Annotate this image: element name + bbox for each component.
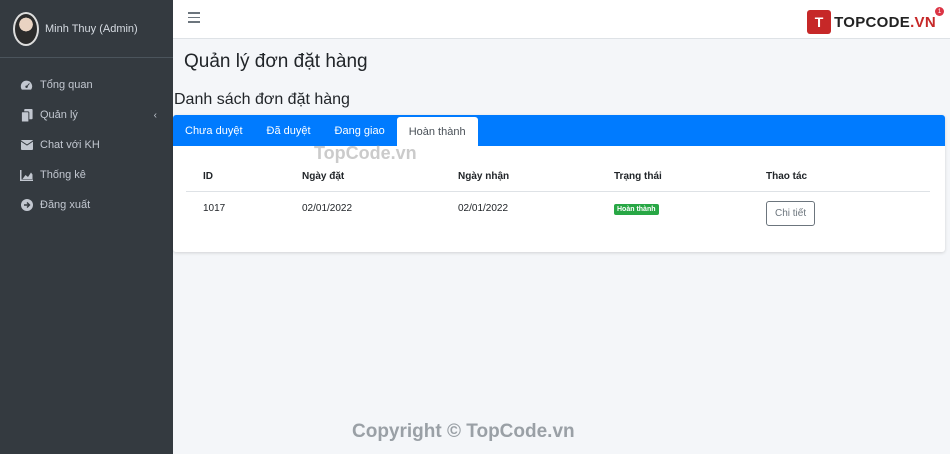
tab-completed[interactable]: Hoàn thành — [396, 117, 478, 146]
cell-actions: Chi tiết — [749, 192, 930, 238]
status-tabs: Chưa duyệt Đã duyệt Đang giao Hoàn thành — [173, 115, 945, 146]
column-header-id: ID — [186, 165, 285, 192]
sidebar-item-label: Tổng quan — [40, 79, 93, 91]
detail-button[interactable]: Chi tiết — [766, 201, 816, 226]
notification-badge: 1 — [935, 7, 944, 16]
user-panel[interactable]: Minh Thuy (Admin) — [0, 0, 173, 58]
brand-tld: .VN — [910, 13, 936, 31]
brand-logo: T TOPCODE.VN 1 — [807, 7, 944, 34]
column-header-order-date: Ngày đặt — [285, 165, 441, 192]
top-navbar: T TOPCODE.VN 1 — [173, 0, 950, 39]
copy-icon — [20, 108, 33, 122]
sidebar-item-label: Chat với KH — [40, 139, 100, 151]
avatar — [13, 11, 39, 46]
chart-area-icon — [20, 169, 33, 182]
table-header-row: ID Ngày đặt Ngày nhận Trạng thái Thao tá… — [186, 165, 930, 192]
envelope-icon — [20, 139, 33, 152]
orders-card: Chưa duyệt Đã duyệt Đang giao Hoàn thành… — [173, 115, 945, 252]
table-row: 1017 02/01/2022 02/01/2022 Hoàn thành Ch… — [186, 192, 930, 238]
sidebar-item-overview[interactable]: Tổng quan — [0, 70, 173, 100]
page-title: Quản lý đơn đặt hàng — [184, 51, 368, 72]
sign-out-icon — [20, 199, 33, 212]
sidebar-item-manage[interactable]: Quản lý ‹ — [0, 100, 173, 130]
brand-text: TOPCODE.VN — [834, 14, 936, 31]
user-name: Minh Thuy (Admin) — [45, 22, 138, 35]
cell-status: Hoàn thành — [597, 192, 749, 238]
brand-mark: T — [807, 10, 832, 34]
watermark: TopCode.vn — [314, 143, 417, 163]
sidebar-item-label: Thống kê — [40, 169, 86, 181]
sidebar-item-label: Đăng xuất — [40, 199, 91, 211]
chevron-left-icon: ‹ — [153, 109, 157, 121]
cell-receive-date: 02/01/2022 — [458, 203, 509, 214]
cell-id: 1017 — [203, 203, 226, 214]
section-title: Danh sách đơn đặt hàng — [174, 91, 350, 108]
sidebar-item-logout[interactable]: Đăng xuất — [0, 190, 173, 220]
sidebar-item-stats[interactable]: Thống kê — [0, 160, 173, 190]
sidebar: Minh Thuy (Admin) Tổng quan Quản lý ‹ Ch… — [0, 0, 173, 454]
column-header-actions: Thao tác — [749, 165, 930, 192]
column-header-status: Trạng thái — [597, 165, 749, 192]
menu-toggle-icon[interactable] — [188, 12, 200, 24]
dashboard-icon — [20, 79, 33, 92]
tab-shipping[interactable]: Đang giao — [323, 115, 397, 146]
brand-name: TOPCODE — [834, 13, 911, 31]
sidebar-item-chat[interactable]: Chat với KH — [0, 130, 173, 160]
sidebar-item-label: Quản lý — [40, 109, 78, 121]
orders-table: ID Ngày đặt Ngày nhận Trạng thái Thao tá… — [186, 165, 930, 237]
status-badge: Hoàn thành — [614, 204, 659, 215]
sidebar-nav: Tổng quan Quản lý ‹ Chat với KH Thống kê — [0, 58, 173, 220]
copyright-watermark: Copyright © TopCode.vn — [352, 421, 575, 442]
column-header-receive-date: Ngày nhận — [441, 165, 597, 192]
tab-pending[interactable]: Chưa duyệt — [173, 115, 255, 146]
cell-order-date: 02/01/2022 — [302, 203, 353, 214]
tab-approved[interactable]: Đã duyệt — [255, 115, 323, 146]
